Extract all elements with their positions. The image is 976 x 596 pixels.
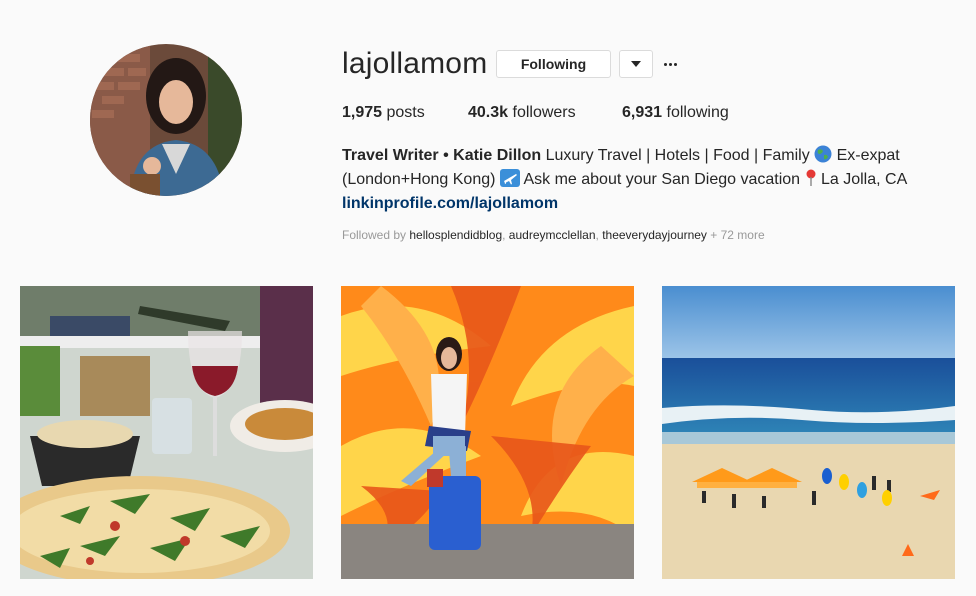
more-options-icon[interactable] <box>664 54 680 74</box>
chevron-down-icon <box>631 61 641 67</box>
bio-name: Travel Writer • Katie Dillon <box>342 147 542 164</box>
following-count: 6,931 <box>622 104 663 121</box>
followers-label: followers <box>512 104 576 121</box>
post-thumbnail-1[interactable] <box>20 286 313 579</box>
follower-user-3[interactable]: theeverydayjourney <box>602 228 707 242</box>
bio-text-1: Luxury Travel | Hotels | Food | Family <box>545 147 810 164</box>
follower-user-1[interactable]: hellosplendidblog <box>409 228 502 242</box>
bio-text-3: Ask me about your San Diego vacation <box>523 171 801 188</box>
profile-bio: Travel Writer • Katie Dillon Luxury Trav… <box>342 144 942 216</box>
suggested-dropdown-button[interactable] <box>619 50 653 78</box>
airplane-icon <box>499 169 520 187</box>
separator-1: , <box>502 228 509 242</box>
profile-avatar[interactable] <box>90 44 242 196</box>
followers-count: 40.3k <box>468 104 509 121</box>
following-button[interactable]: Following <box>496 50 611 78</box>
bio-link[interactable]: linkinprofile.com/lajollamom <box>342 195 558 212</box>
follower-user-2[interactable]: audreymcclellan <box>509 228 596 242</box>
following-label: following <box>666 104 729 121</box>
post-thumbnail-2[interactable] <box>341 286 634 579</box>
following-stat[interactable]: 6,931 following <box>622 103 729 123</box>
followed-by: Followed by hellosplendidblog, audreymcc… <box>342 227 765 243</box>
posts-label: posts <box>386 104 425 121</box>
followed-by-prefix: Followed by <box>342 228 407 242</box>
posts-count: 1,975 <box>342 104 383 121</box>
pin-icon <box>806 169 816 186</box>
posts-stat: 1,975 posts <box>342 103 425 123</box>
globe-icon <box>814 145 832 163</box>
followed-by-more[interactable]: + 72 more <box>710 228 764 242</box>
followers-stat[interactable]: 40.3k followers <box>468 103 576 123</box>
post-thumbnail-3[interactable] <box>662 286 955 579</box>
bio-text-4: La Jolla, CA <box>820 171 908 188</box>
profile-username: lajollamom <box>342 47 488 80</box>
